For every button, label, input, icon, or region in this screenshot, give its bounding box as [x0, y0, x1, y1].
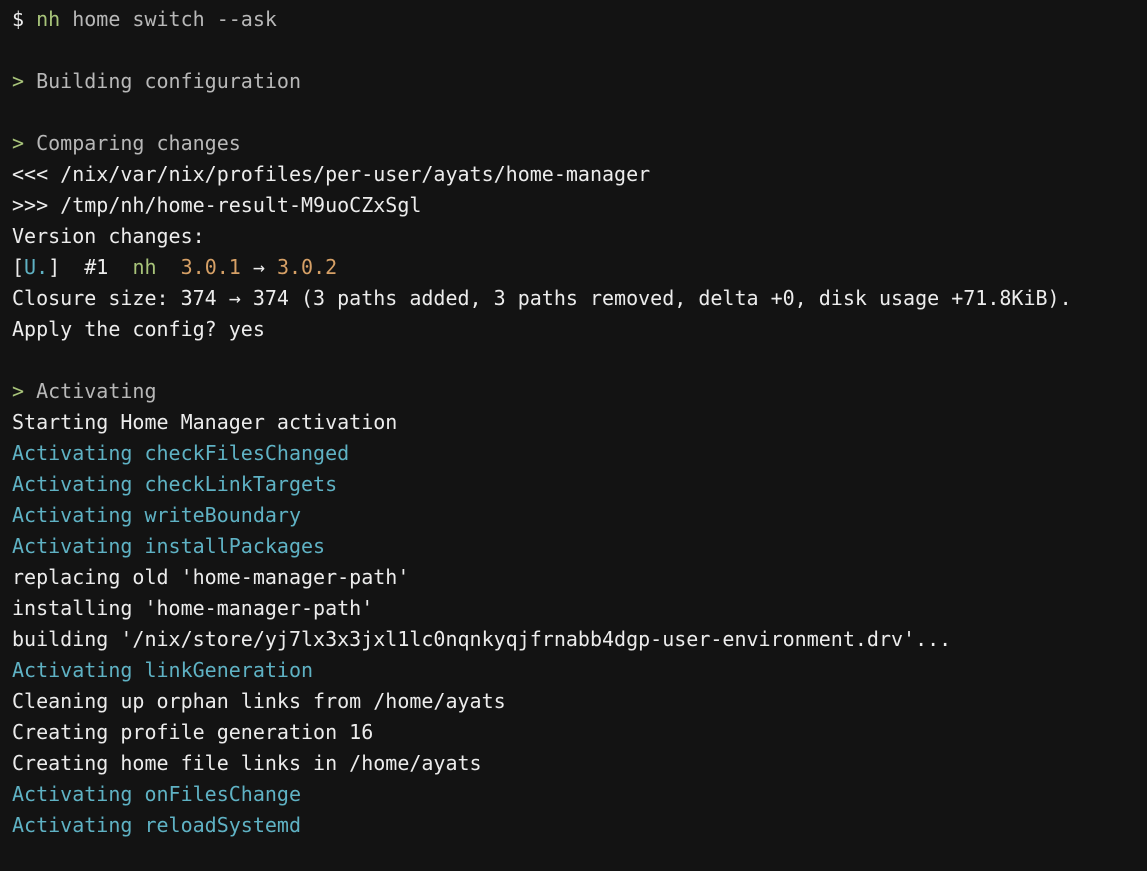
terminal-line: [U.] #1 nh 3.0.1 → 3.0.2 [12, 252, 1147, 283]
terminal-line: Activating writeBoundary [12, 500, 1147, 531]
terminal-text-segment: Activating checkLinkTargets [12, 472, 338, 496]
terminal-text-segment: Version changes: [12, 224, 205, 248]
terminal-text-segment: Cleaning up orphan links from /home/ayat… [12, 689, 506, 713]
terminal-line: > Building configuration [12, 66, 1147, 97]
terminal-line: Cleaning up orphan links from /home/ayat… [12, 686, 1147, 717]
terminal-line: Activating linkGeneration [12, 655, 1147, 686]
terminal-line: Apply the config? yes [12, 314, 1147, 345]
terminal-line: > Comparing changes [12, 128, 1147, 159]
terminal-text-segment: Activating reloadSystemd [12, 813, 301, 837]
terminal-text-segment: >>> /tmp/nh/home-result-M9uoCZxSgl [12, 193, 422, 217]
terminal-text-segment: Closure size: 374 → 374 (3 paths added, … [12, 286, 1072, 310]
terminal-text-segment: Creating home file links in /home/ayats [12, 751, 482, 775]
terminal-line: Closure size: 374 → 374 (3 paths added, … [12, 283, 1147, 314]
terminal-text-segment: Activating linkGeneration [12, 658, 314, 682]
terminal-line: <<< /nix/var/nix/profiles/per-user/ayats… [12, 159, 1147, 190]
terminal-line: $ nh home switch --ask [12, 4, 1147, 35]
terminal-text-segment: <<< /nix/var/nix/profiles/per-user/ayats… [12, 162, 651, 186]
terminal-text-segment: > [12, 69, 25, 93]
terminal-line: Starting Home Manager activation [12, 407, 1147, 438]
terminal-line: installing 'home-manager-path' [12, 593, 1147, 624]
terminal-text-segment: Starting Home Manager activation [12, 410, 398, 434]
terminal-line: Version changes: [12, 221, 1147, 252]
terminal-text-segment: > [12, 379, 25, 403]
terminal-text-segment: [ [12, 255, 25, 279]
terminal-line: >>> /tmp/nh/home-result-M9uoCZxSgl [12, 190, 1147, 221]
terminal-text-segment: Apply the config? yes [12, 317, 265, 341]
terminal-text-segment: nh [132, 255, 157, 279]
terminal-text-segment: U. [24, 255, 49, 279]
terminal-line: Activating onFilesChange [12, 779, 1147, 810]
terminal-text-segment: building '/nix/store/yj7lx3x3jxl1lc0nqnk… [12, 627, 952, 651]
terminal-text-segment: Creating profile generation 16 [12, 720, 374, 744]
terminal-line: > Activating [12, 376, 1147, 407]
terminal-line: replacing old 'home-manager-path' [12, 562, 1147, 593]
terminal-text-segment: Activating writeBoundary [12, 503, 301, 527]
terminal-text-segment: Building configuration [24, 69, 301, 93]
terminal-text-segment: 3.0.2 [276, 255, 338, 279]
terminal-line: Activating installPackages [12, 531, 1147, 562]
terminal-text-segment: replacing old 'home-manager-path' [12, 565, 410, 589]
terminal-output[interactable]: $ nh home switch --ask > Building configu… [12, 4, 1147, 871]
terminal-line: Creating home file links in /home/ayats [12, 748, 1147, 779]
terminal-text-segment: 3.0.1 [180, 255, 241, 279]
terminal-line: Creating profile generation 16 [12, 717, 1147, 748]
terminal-text-segment: $ [12, 7, 37, 31]
terminal-text-segment: installing 'home-manager-path' [12, 596, 374, 620]
terminal-text-segment: Activating checkFilesChanged [12, 441, 350, 465]
terminal-line: Activating checkLinkTargets [12, 469, 1147, 500]
terminal-text-segment: ] #1 [48, 255, 133, 279]
terminal-text-segment: > [12, 131, 25, 155]
terminal-text-segment: Activating installPackages [12, 534, 326, 558]
terminal-line: Activating reloadSystemd [12, 810, 1147, 841]
terminal-text-segment: nh [36, 7, 61, 31]
terminal-text-segment: home switch --ask [60, 7, 277, 31]
terminal-line: building '/nix/store/yj7lx3x3jxl1lc0nqnk… [12, 624, 1147, 655]
terminal-text-segment: Comparing changes [24, 131, 241, 155]
terminal-text-segment: Activating [24, 379, 157, 403]
terminal-line: Activating checkFilesChanged [12, 438, 1147, 469]
terminal-text-segment: Activating onFilesChange [12, 782, 301, 806]
terminal-text-segment: → [240, 255, 277, 279]
